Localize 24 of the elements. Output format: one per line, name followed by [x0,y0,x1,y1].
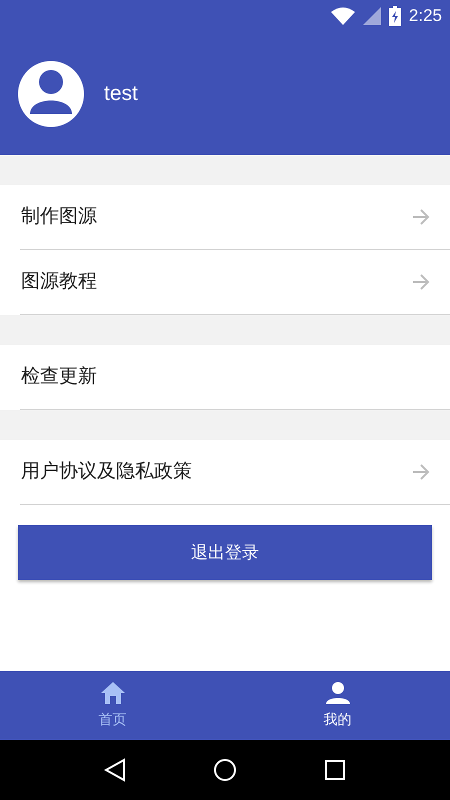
menu-item[interactable]: 用户协议及隐私政策 [0,440,450,505]
recents-icon[interactable] [324,759,346,781]
nav-tab[interactable]: 我的 [225,671,450,740]
arrow-right-icon [412,274,430,290]
arrow-right-icon [412,209,430,225]
menu-label: 检查更新 [21,364,97,389]
menu-label: 制作图源 [21,204,97,229]
signal-icon [362,7,381,25]
menu-label: 用户协议及隐私政策 [21,460,192,484]
username: test [104,80,138,107]
menu-item[interactable]: 检查更新 [0,345,450,410]
nav-tab[interactable]: 首页 [0,671,225,740]
clock-time: 2:25 [408,5,442,28]
wifi-icon [330,7,355,25]
menu-item[interactable]: 制作图源 [0,185,450,250]
arrow-right-icon [412,464,430,480]
menu-item[interactable]: 图源教程 [0,250,450,315]
logout-button[interactable]: 退出登录 [18,525,432,580]
person-icon [326,681,350,705]
battery-icon [388,6,401,26]
menu-label: 图源教程 [21,270,97,294]
back-icon[interactable] [104,758,126,782]
home-icon [100,681,126,705]
home-circle-icon[interactable] [212,758,237,782]
